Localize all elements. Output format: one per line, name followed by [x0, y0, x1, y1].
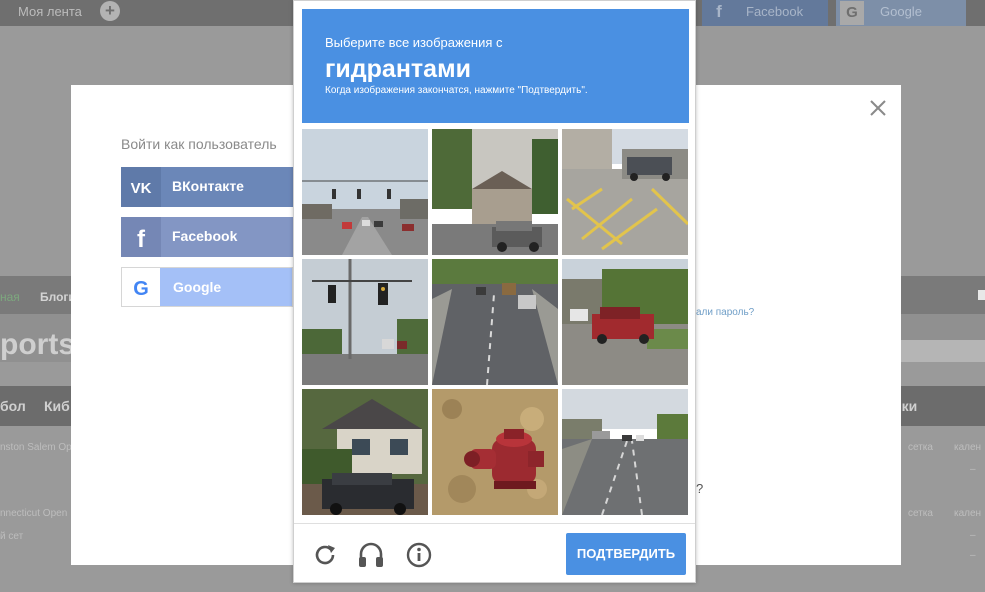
forgot-password-link[interactable]: али пароль?: [696, 307, 754, 318]
background-site-title: ports: [0, 328, 75, 361]
top-facebook-label: Facebook: [746, 4, 804, 19]
google-icon: G: [122, 268, 160, 306]
google-login-label: Google: [173, 279, 222, 295]
captcha-target: гидрантами: [325, 55, 471, 83]
background-dash-1: –: [970, 464, 976, 475]
captcha-challenge: Выберите все изображения с гидрантами Ко…: [293, 0, 696, 583]
tile-road-trucks[interactable]: [432, 259, 558, 385]
captcha-hint: Когда изображения закончатся, нажмите "П…: [325, 85, 588, 96]
vk-login-label: ВКонтакте: [172, 178, 244, 194]
headphones-icon[interactable]: [356, 540, 386, 570]
captcha-header: Выберите все изображения с гидрантами Ко…: [302, 9, 689, 123]
tile-street-intersection[interactable]: [302, 129, 428, 255]
my-feed-link[interactable]: Моя лента: [18, 4, 82, 19]
background-grid-2: сетка: [908, 508, 933, 519]
reload-icon[interactable]: [310, 540, 340, 570]
background-cal-2: кален: [954, 508, 982, 519]
background-strip: [978, 290, 985, 300]
svg-text:VK: VK: [131, 180, 152, 197]
verify-button[interactable]: ПОДТВЕРДИТЬ: [566, 533, 686, 575]
background-row-3: й сет: [0, 531, 24, 542]
background-grid-1: сетка: [908, 442, 933, 453]
background-nav-home: ная: [0, 290, 20, 304]
background-rubric-1: бол: [0, 398, 26, 414]
top-google-label: Google: [880, 4, 922, 19]
tile-house-car[interactable]: [302, 389, 428, 515]
tile-parking-lot[interactable]: [562, 129, 688, 255]
tile-traffic-lights[interactable]: [302, 259, 428, 385]
captcha-instruction: Выберите все изображения с: [325, 35, 503, 50]
add-icon[interactable]: +: [100, 1, 120, 21]
top-facebook-button[interactable]: f Facebook: [702, 0, 828, 26]
background-dash-2: –: [970, 530, 976, 541]
svg-text:f: f: [137, 226, 146, 253]
tile-highway[interactable]: [562, 389, 688, 515]
close-icon[interactable]: [867, 97, 889, 119]
background-row-2: nnecticut Open: [0, 508, 68, 519]
svg-text:G: G: [133, 278, 149, 300]
background-cal-1: кален: [954, 442, 982, 453]
background-rubric-2: Киб: [44, 398, 70, 414]
info-icon[interactable]: [404, 540, 434, 570]
facebook-icon: f: [716, 2, 722, 21]
vk-login-button[interactable]: VK ВКонтакте: [121, 167, 293, 207]
background-dash-3: –: [970, 550, 976, 561]
login-heading: Войти как пользователь: [121, 136, 277, 152]
tile-red-car[interactable]: [562, 259, 688, 385]
top-google-button[interactable]: G Google: [836, 0, 966, 26]
captcha-image-grid: [302, 129, 689, 516]
google-login-button[interactable]: G Google: [121, 267, 293, 307]
tile-fire-hydrant[interactable]: [432, 389, 558, 515]
question-mark: ?: [696, 481, 704, 496]
vk-icon: VK: [121, 167, 161, 207]
facebook-icon: f: [121, 217, 161, 257]
google-icon: G: [840, 1, 864, 25]
tile-street-houses[interactable]: [432, 129, 558, 255]
background-search-input: [900, 340, 985, 362]
facebook-login-label: Facebook: [172, 228, 238, 244]
captcha-footer: ПОДТВЕРДИТЬ: [294, 523, 695, 583]
facebook-login-button[interactable]: f Facebook: [121, 217, 293, 257]
